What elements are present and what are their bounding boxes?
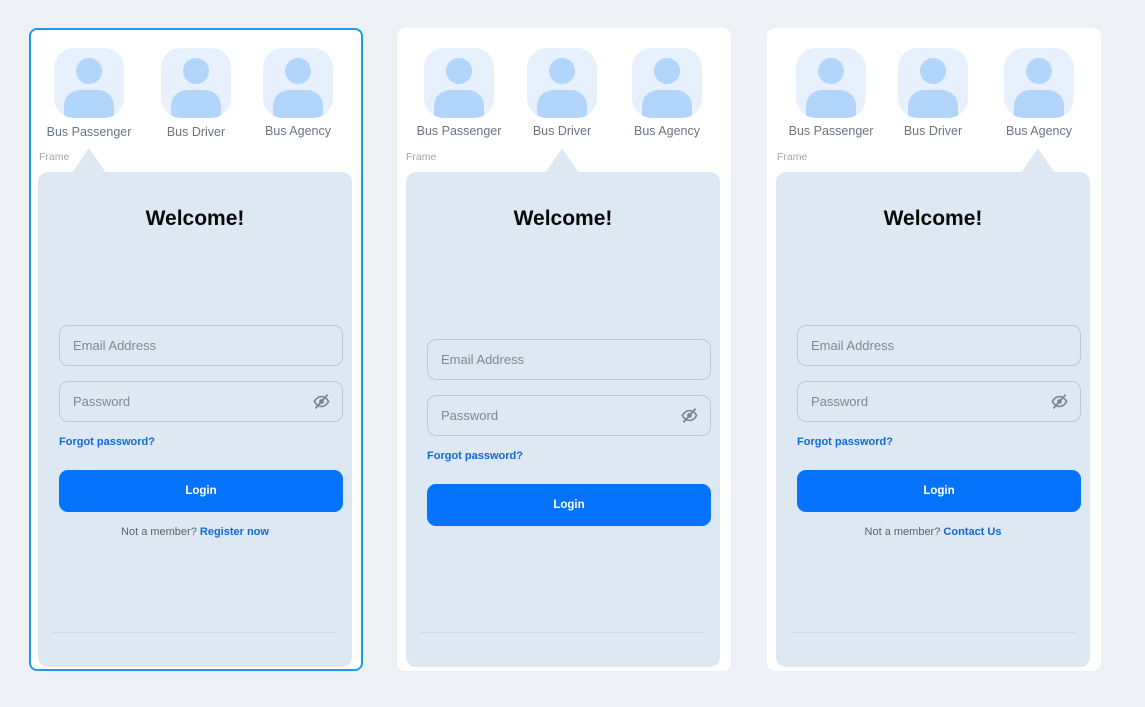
email-placeholder: Email Address	[441, 352, 525, 367]
login-button[interactable]: Login	[797, 470, 1081, 512]
login-button[interactable]: Login	[427, 484, 711, 526]
member-text: Not a member?	[864, 526, 941, 538]
welcome-heading: Welcome!	[513, 207, 613, 230]
selected-role-pointer	[1021, 148, 1055, 173]
eye-off-icon[interactable]	[313, 393, 330, 410]
role-tab-bus-driver[interactable]: Bus Driver	[883, 48, 983, 138]
eye-off-icon[interactable]	[1051, 393, 1068, 410]
register-now-link[interactable]: Register now	[200, 526, 269, 538]
password-placeholder: Password	[73, 394, 131, 409]
user-icon	[424, 48, 494, 118]
role-tab-bus-passenger[interactable]: Bus Passenger	[781, 48, 881, 138]
user-icon	[263, 48, 333, 118]
member-text: Not a member?	[121, 526, 197, 538]
forgot-password-link[interactable]: Forgot password?	[427, 450, 523, 462]
email-field[interactable]: Email Address	[59, 325, 343, 366]
login-card-agency: Bus Passenger Bus Driver Bus Agency Fram…	[767, 28, 1101, 671]
login-card-passenger: Bus Passenger Bus Driver Bus Agency Fram…	[29, 28, 363, 671]
role-label: Bus Passenger	[416, 124, 502, 138]
role-tab-bus-driver[interactable]: Bus Driver	[146, 48, 246, 139]
role-tab-bus-agency[interactable]: Bus Agency	[617, 48, 717, 138]
password-field[interactable]: Password	[797, 381, 1081, 422]
frame-label: Frame	[777, 151, 808, 163]
user-icon	[161, 48, 231, 118]
welcome-heading: Welcome!	[145, 207, 245, 230]
password-placeholder: Password	[811, 394, 869, 409]
divider	[790, 632, 1076, 633]
member-prompt: Not a member? Contact Us	[776, 526, 1090, 538]
login-panel: Welcome! Email Address Password Forgot p…	[776, 172, 1090, 667]
email-placeholder: Email Address	[811, 338, 895, 353]
welcome-heading: Welcome!	[883, 207, 983, 230]
member-prompt: Not a member? Register now	[38, 526, 352, 538]
password-field[interactable]: Password	[427, 395, 711, 436]
role-label: Bus Agency	[633, 124, 700, 138]
email-field[interactable]: Email Address	[797, 325, 1081, 366]
role-tab-bus-passenger[interactable]: Bus Passenger	[409, 48, 509, 138]
user-icon	[54, 48, 124, 118]
role-tab-bus-agency[interactable]: Bus Agency	[989, 48, 1089, 138]
role-tab-bus-agency[interactable]: Bus Agency	[248, 48, 348, 138]
user-icon	[1004, 48, 1074, 118]
forgot-password-link[interactable]: Forgot password?	[59, 436, 155, 448]
email-placeholder: Email Address	[73, 338, 157, 353]
login-button[interactable]: Login	[59, 470, 343, 512]
role-label: Bus Driver	[166, 125, 226, 139]
password-placeholder: Password	[441, 408, 499, 423]
frame-label: Frame	[406, 151, 437, 163]
selected-role-pointer	[545, 148, 579, 173]
user-icon	[898, 48, 968, 118]
selected-role-pointer	[72, 148, 106, 173]
password-field[interactable]: Password	[59, 381, 343, 422]
divider	[420, 632, 706, 633]
login-panel: Welcome! Email Address Password Forgot p…	[406, 172, 720, 667]
user-icon	[796, 48, 866, 118]
forgot-password-link[interactable]: Forgot password?	[797, 436, 893, 448]
role-label: Bus Agency	[1005, 124, 1072, 138]
role-label: Bus Passenger	[46, 125, 132, 139]
contact-us-link[interactable]: Contact Us	[943, 526, 1001, 538]
eye-off-icon[interactable]	[681, 407, 698, 424]
role-tab-bus-driver[interactable]: Bus Driver	[512, 48, 612, 138]
frame-label: Frame	[39, 151, 70, 163]
role-label: Bus Driver	[903, 124, 963, 138]
role-tab-bus-passenger[interactable]: Bus Passenger	[39, 48, 139, 139]
role-label: Bus Agency	[264, 124, 331, 138]
login-card-driver: Bus Passenger Bus Driver Bus Agency Fram…	[397, 28, 731, 671]
divider	[52, 632, 338, 633]
login-panel: Welcome! Email Address Password Forgot p…	[38, 172, 352, 667]
role-label: Bus Driver	[532, 124, 592, 138]
user-icon	[527, 48, 597, 118]
role-label: Bus Passenger	[788, 124, 874, 138]
user-icon	[632, 48, 702, 118]
email-field[interactable]: Email Address	[427, 339, 711, 380]
